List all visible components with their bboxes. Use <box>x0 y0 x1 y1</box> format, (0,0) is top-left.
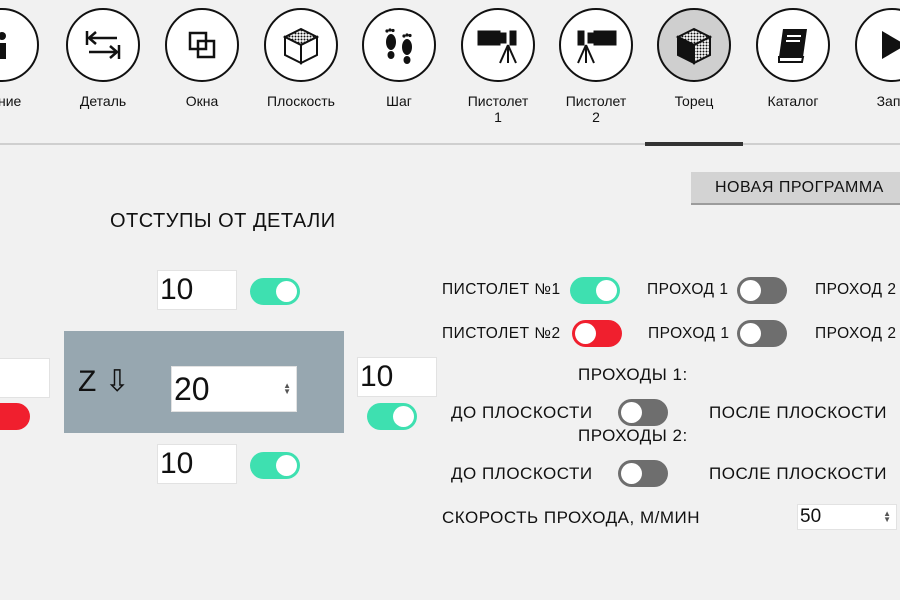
toolbar-label-state: ояние <box>0 93 22 109</box>
toolbar-state-circle <box>0 8 39 82</box>
toolbar-label-step: Шаг <box>386 93 412 109</box>
z-value-text: 20 <box>174 371 210 407</box>
toolbar-label-plane: Плоскость <box>267 93 335 109</box>
textured-cube-icon <box>282 27 320 65</box>
toolbar-plane-circle <box>264 8 338 82</box>
toolbar-item-launch[interactable]: Запу <box>853 8 900 133</box>
speed-input[interactable]: 50 ▲ ▼ <box>797 504 897 530</box>
arrows-to-edge-icon <box>85 31 121 59</box>
gun-2-toggle[interactable] <box>572 320 622 347</box>
toolbar-label-launch: Запу <box>876 93 900 109</box>
windows-icon <box>188 31 216 59</box>
gun-1-pass-1-label: ПРОХОД 1 <box>647 281 729 298</box>
toolbar-item-detail[interactable]: Деталь <box>64 8 142 133</box>
passes-2-title: ПРОХОДЫ 2: <box>578 426 688 445</box>
speed-value: 50 <box>800 506 822 527</box>
speed-stepper[interactable]: ▲ ▼ <box>883 510 891 524</box>
gun-2-pass-1-label: ПРОХОД 1 <box>648 325 730 342</box>
z-value-stepper[interactable]: ▲ ▼ <box>283 382 291 396</box>
gun-2-pass-2-label: ПРОХОД 2 <box>815 325 897 342</box>
gun-2-label: ПИСТОЛЕТ №2 <box>442 325 561 342</box>
toolbar-label-gun-1: Пистолет 1 <box>467 93 529 125</box>
passes-1-after-label: ПОСЛЕ ПЛОСКОСТИ <box>709 403 887 422</box>
toolbar-item-plane[interactable]: Плоскость <box>262 8 340 133</box>
gun-1-pass-2-label: ПРОХОД 2 <box>815 281 897 298</box>
toolbar-item-step[interactable]: Шаг <box>360 8 438 133</box>
toolbar-label-detail: Деталь <box>79 93 127 109</box>
catalog-book-icon <box>778 29 807 63</box>
toolbar-divider <box>0 143 900 145</box>
toolbar-gun-2-circle <box>559 8 633 82</box>
speed-label: СКОРОСТЬ ПРОХОДА, М/МИН <box>442 508 700 527</box>
passes-1-before-label: ДО ПЛОСКОСТИ <box>451 403 593 422</box>
offset-right-input[interactable]: 10 <box>357 357 437 397</box>
toolbar-catalog-circle <box>756 8 830 82</box>
spray-gun-icon <box>477 30 517 64</box>
passes-1-before-toggle[interactable] <box>618 399 668 426</box>
play-icon <box>882 31 900 59</box>
toolbar-end-face-circle <box>657 8 731 82</box>
offset-left-input[interactable] <box>0 358 50 398</box>
gun-1-label: ПИСТОЛЕТ №1 <box>442 281 561 298</box>
toolbar-label-windows: Окна <box>185 93 219 109</box>
new-program-button[interactable]: НОВАЯ ПРОГРАММА <box>691 172 900 205</box>
toolbar-gun-1-circle <box>461 8 535 82</box>
toolbar-label-end-face: Торец <box>674 93 714 109</box>
end-face-cube-icon <box>675 27 713 65</box>
toolbar-step-circle <box>362 8 436 82</box>
offset-bottom-toggle[interactable] <box>250 452 300 479</box>
toolbar-label-catalog: Каталог <box>767 93 819 109</box>
passes-2-before-toggle[interactable] <box>618 460 668 487</box>
z-axis-label: Z ⇩ <box>78 365 130 398</box>
passes-1-title: ПРОХОДЫ 1: <box>578 365 688 384</box>
offset-right-toggle[interactable] <box>367 403 417 430</box>
toolbar-launch-circle <box>855 8 900 82</box>
gun-1-toggle[interactable] <box>570 277 620 304</box>
toolbar-item-state[interactable]: ояние <box>0 8 41 133</box>
toolbar-item-gun-1[interactable]: Пистолет 1 <box>459 8 537 133</box>
toolbar-item-windows[interactable]: Окна <box>163 8 241 133</box>
offset-bottom-input[interactable]: 10 <box>157 444 237 484</box>
z-value-input[interactable]: 20 ▲ ▼ <box>171 366 297 412</box>
gun-1-pass-1-toggle[interactable] <box>737 277 787 304</box>
toolbar-item-gun-2[interactable]: Пистолет 2 <box>557 8 635 133</box>
toolbar-windows-circle <box>165 8 239 82</box>
active-tab-indicator <box>645 142 743 146</box>
spray-gun-icon <box>577 30 617 64</box>
offsets-title: ОТСТУПЫ ОТ ДЕТАЛИ <box>110 210 336 232</box>
toolbar-label-gun-2: Пистолет 2 <box>565 93 627 125</box>
gun-2-pass-1-toggle[interactable] <box>737 320 787 347</box>
info-icon <box>0 32 6 59</box>
toolbar-detail-circle <box>66 8 140 82</box>
offset-top-input[interactable]: 10 <box>157 270 237 310</box>
offset-left-toggle[interactable] <box>0 403 30 430</box>
toolbar-item-catalog[interactable]: Каталог <box>754 8 832 133</box>
passes-2-after-label: ПОСЛЕ ПЛОСКОСТИ <box>709 464 887 483</box>
toolbar-item-end-face[interactable]: Торец <box>655 8 733 133</box>
passes-2-before-label: ДО ПЛОСКОСТИ <box>451 464 593 483</box>
footsteps-icon <box>385 28 412 64</box>
offset-top-toggle[interactable] <box>250 278 300 305</box>
